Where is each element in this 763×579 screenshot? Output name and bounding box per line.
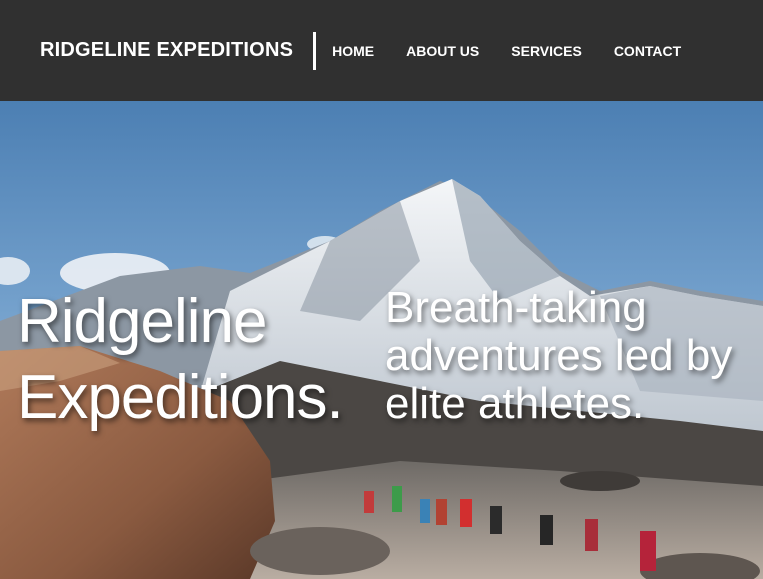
- nav-link-contact[interactable]: CONTACT: [614, 43, 681, 59]
- nav-divider: [313, 31, 317, 70]
- hero-title: Ridgeline Expeditions.: [17, 284, 387, 436]
- nav-link-home[interactable]: HOME: [332, 43, 374, 59]
- nav-link-services[interactable]: SERVICES: [511, 43, 582, 59]
- main-nav: HOME ABOUT US SERVICES CONTACT: [332, 43, 713, 59]
- nav-link-about-us[interactable]: ABOUT US: [406, 43, 479, 59]
- brand-logo-text[interactable]: RIDGELINE EXPEDITIONS: [40, 39, 293, 62]
- hero-tagline: Breath-taking adventures led by elite at…: [385, 283, 733, 428]
- top-navbar: RIDGELINE EXPEDITIONS HOME ABOUT US SERV…: [0, 0, 763, 101]
- hero-title-line2: Expeditions.: [17, 363, 344, 432]
- hero-section: Ridgeline Expeditions. Breath-taking adv…: [0, 101, 763, 579]
- hero-title-line1: Ridgeline: [17, 287, 268, 356]
